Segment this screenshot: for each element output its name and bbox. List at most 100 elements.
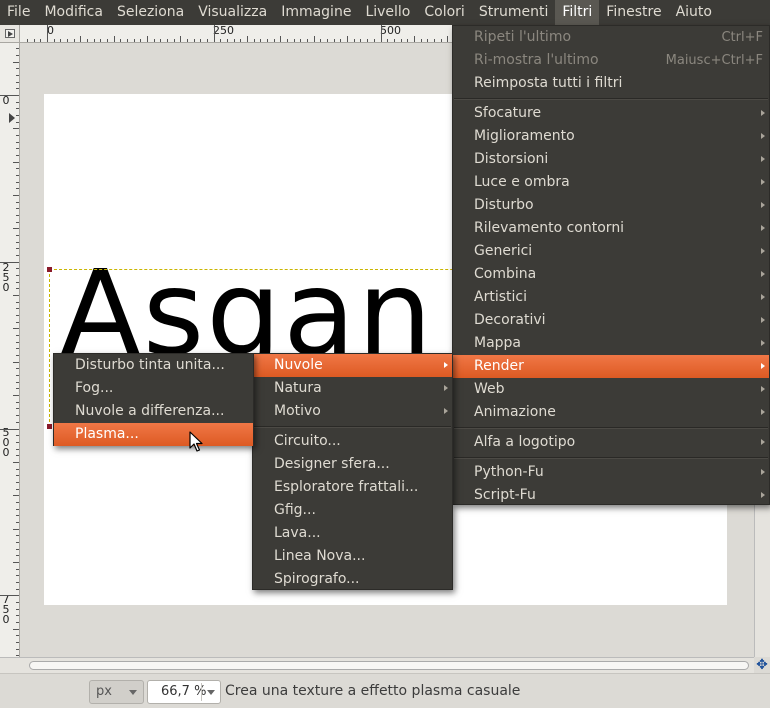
ruler-tick [16,415,19,417]
ruler-tick [307,39,309,42]
menu-livello[interactable]: Livello [358,0,417,25]
menu-item-disturbo[interactable]: Disturbo [453,194,769,217]
ruler-tick [16,568,19,570]
menu-colori[interactable]: Colori [417,0,471,25]
menu-item-generici[interactable]: Generici [453,240,769,263]
menu-item-rilevamento-contorni[interactable]: Rilevamento contorni [453,217,769,240]
horizontal-scrollbar-thumb[interactable] [29,661,749,670]
navigate-icon[interactable]: ✥ [754,657,770,673]
menu-file[interactable]: File [0,0,37,25]
ruler-tick [16,548,19,550]
menu-item-reset-all-filters[interactable]: Reimposta tutti i filtri [453,72,769,95]
ruler-tick [16,515,19,517]
ruler-tick [387,39,389,42]
menu-item-disturbo-tinta-unita[interactable]: Disturbo tinta unita... [54,354,253,377]
menu-item-lava[interactable]: Lava... [253,522,452,545]
ruler-tick [13,361,19,363]
ruler-tick [16,488,19,490]
ruler-tick [16,475,19,477]
menu-item-script-fu[interactable]: Script-Fu [453,484,769,507]
menu-item-decorativi[interactable]: Decorativi [453,309,769,332]
menu-item-reshow-last[interactable]: Ri-mostra l'ultimo Maiusc+Ctrl+F [453,49,769,72]
ruler-tick [0,95,19,96]
ruler-tick [16,481,19,483]
ruler-tick [16,601,19,603]
chevron-right-icon [761,294,765,300]
ruler-tick [340,39,342,42]
menu-item-artistici[interactable]: Artistici [453,286,769,309]
ruler-tick [16,215,19,217]
menu-visualizza[interactable]: Visualizza [191,0,274,25]
chevron-right-icon [761,386,765,392]
menu-item-combina[interactable]: Combina [453,263,769,286]
ruler-tick [227,39,229,42]
menu-filtri[interactable]: Filtri [555,0,600,25]
quick-mask-menu-icon[interactable] [5,29,15,38]
chevron-right-icon [761,271,765,277]
ruler-tick [16,468,19,470]
ruler-tick [287,39,289,42]
menu-strumenti[interactable]: Strumenti [472,0,556,25]
ruler-tick [16,308,19,310]
menu-item-nuvole[interactable]: Nuvole [253,354,452,377]
menu-item-fog[interactable]: Fog... [54,377,253,400]
ruler-tick [16,88,19,90]
ruler-tick [380,25,382,42]
menu-item-nuvole-a-differenza[interactable]: Nuvole a differenza... [54,400,253,423]
menu-item-plasma[interactable]: Plasma... [54,423,253,446]
layer-corner-handle [47,267,52,272]
vertical-ruler[interactable]: 0 250 500 750 [0,43,20,657]
menu-modifica[interactable]: Modifica [37,0,110,25]
ruler-tick [16,441,19,443]
ruler-tick [16,608,19,610]
menu-item-mappa[interactable]: Mappa [453,332,769,355]
menu-item-distorsioni[interactable]: Distorsioni [453,148,769,171]
menu-seleziona[interactable]: Seleziona [110,0,191,25]
menu-item-web[interactable]: Web [453,378,769,401]
ruler-tick [400,39,402,42]
status-message: Crea una texture a effetto plasma casual… [225,683,521,699]
ruler-tick [16,155,19,157]
horizontal-scrollbar[interactable] [21,657,754,673]
menu-item-repeat-last[interactable]: Ripeti l'ultimo Ctrl+F [453,26,769,49]
ruler-tick [16,275,19,277]
menu-item-python-fu[interactable]: Python-Fu [453,461,769,484]
ruler-label-v: 0 [2,94,10,107]
menu-aiuto[interactable]: Aiuto [669,0,719,25]
ruler-tick [13,61,19,63]
menu-item-render[interactable]: Render [453,355,769,378]
ruler-tick [100,39,102,42]
accelerator: Ctrl+F [721,30,763,45]
ruler-label-v: 750 [2,593,10,626]
ruler-tick [433,39,435,42]
menu-item-linea-nova[interactable]: Linea Nova... [253,545,452,568]
ruler-tick [16,168,19,170]
ruler-tick [16,355,19,357]
menu-item-spirografo[interactable]: Spirografo... [253,568,452,591]
menu-item-esploratore-frattali[interactable]: Esploratore frattali... [253,476,452,499]
ruler-tick [16,335,19,337]
accelerator: Maiusc+Ctrl+F [665,53,763,68]
ruler-tick [16,635,19,637]
menu-item-designer-sfera[interactable]: Designer sfera... [253,453,452,476]
menu-item-alfa-a-logotipo[interactable]: Alfa a logotipo [453,431,769,454]
menu-item-luce-e-ombra[interactable]: Luce e ombra [453,171,769,194]
ruler-tick [407,39,409,42]
menu-item-circuito[interactable]: Circuito... [253,430,452,453]
ruler-tick [16,541,19,543]
menu-item-animazione[interactable]: Animazione [453,401,769,424]
zoom-combo[interactable]: 66,7 % [147,680,221,704]
unit-select[interactable]: px [89,680,144,704]
menu-finestre[interactable]: Finestre [599,0,668,25]
ruler-tick [16,121,19,123]
menu-item-natura[interactable]: Natura [253,377,452,400]
chevron-right-icon [761,248,765,254]
ruler-tick [16,621,19,623]
ruler-tick [16,381,19,383]
menu-item-miglioramento[interactable]: Miglioramento [453,125,769,148]
menu-item-gfig[interactable]: Gfig... [253,499,452,522]
ruler-tick [247,36,249,42]
menu-immagine[interactable]: Immagine [274,0,358,25]
menu-item-motivo[interactable]: Motivo [253,400,452,423]
menu-item-sfocature[interactable]: Sfocature [453,102,769,125]
